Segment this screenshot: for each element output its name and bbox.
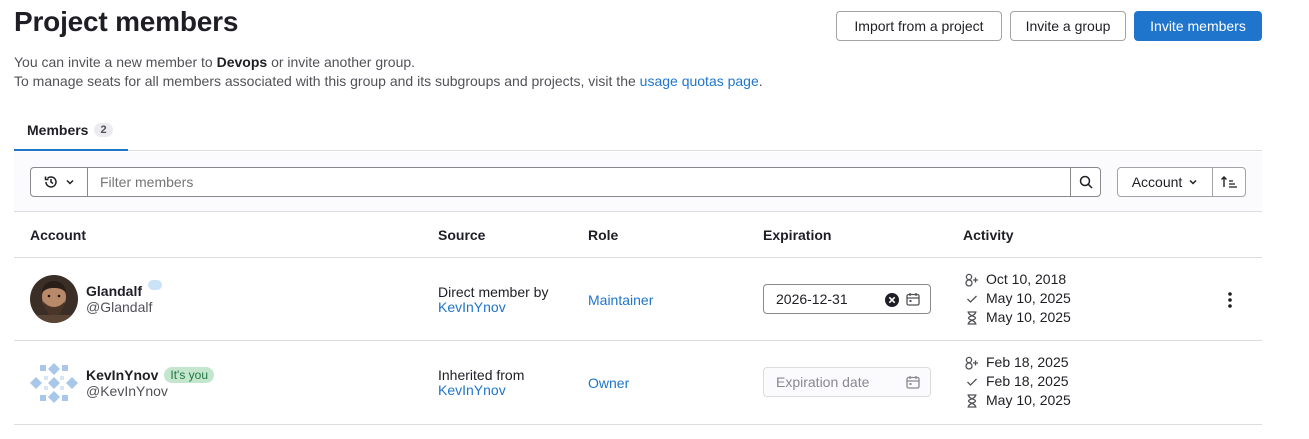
- role-label[interactable]: Owner: [588, 375, 629, 391]
- search-icon: [1079, 175, 1093, 189]
- expiration-value: 2026-12-31: [776, 291, 848, 307]
- member-name-text: KevInYnov: [86, 367, 159, 383]
- chevron-down-icon: [66, 179, 74, 185]
- table-row: KevInYnov It's you @KevInYnov Inherited …: [14, 342, 1262, 425]
- hourglass-icon: [964, 310, 980, 325]
- activity-access-granted: Feb 18, 2025: [964, 372, 1071, 391]
- avatar[interactable]: [30, 275, 78, 323]
- source-link[interactable]: KevInYnov: [438, 300, 548, 315]
- expiration-date-input[interactable]: 2026-12-31: [763, 284, 931, 314]
- description-line-2: To manage seats for all members associat…: [14, 72, 763, 91]
- description-line-1: You can invite a new member to Devops or…: [14, 53, 763, 72]
- source-text: Inherited from: [438, 367, 525, 383]
- activity-access-granted: May 10, 2025: [964, 289, 1071, 308]
- import-from-project-button[interactable]: Import from a project: [836, 11, 1002, 41]
- activity-user-created: Oct 10, 2018: [964, 270, 1071, 289]
- user-photo: [30, 275, 78, 323]
- activity-date: Feb 18, 2025: [986, 373, 1069, 389]
- desc-text: To manage seats for all members associat…: [14, 73, 640, 89]
- activity-info: Feb 18, 2025 Feb 18, 2025 May 10, 2025: [964, 353, 1071, 410]
- expiration-date-input: Expiration date: [763, 367, 931, 397]
- activity-date: May 10, 2025: [986, 392, 1071, 408]
- activity-last-activity: May 10, 2025: [964, 391, 1071, 410]
- filter-bar: Account: [14, 152, 1262, 212]
- member-username: @KevInYnov: [86, 383, 168, 399]
- column-expiration: Expiration: [763, 227, 832, 243]
- column-source: Source: [438, 227, 486, 243]
- source-link[interactable]: KevInYnov: [438, 383, 524, 398]
- table-header: Account Source Role Expiration Activity: [14, 213, 1262, 258]
- group-name: Devops: [216, 54, 268, 70]
- member-username: @Glandalf: [86, 299, 153, 315]
- activity-info: Oct 10, 2018 May 10, 2025 May 10, 2025: [964, 270, 1071, 327]
- calendar-icon: [906, 376, 920, 389]
- sort-by-dropdown[interactable]: Account: [1117, 167, 1213, 197]
- activity-date: Feb 18, 2025: [986, 354, 1069, 370]
- activity-user-created: Feb 18, 2025: [964, 353, 1071, 372]
- hourglass-icon: [964, 393, 980, 408]
- desc-text: .: [758, 73, 763, 89]
- source-text: Direct member by: [438, 284, 549, 300]
- sort-ascending-icon: [1221, 176, 1237, 188]
- activity-date: May 10, 2025: [986, 290, 1071, 306]
- member-name-text: Glandalf: [86, 283, 143, 299]
- activity-date: May 10, 2025: [986, 309, 1071, 325]
- clear-icon[interactable]: [884, 292, 900, 308]
- status-message-icon: [148, 280, 163, 290]
- tabs-bar: Members 2: [14, 110, 1262, 151]
- column-account: Account: [30, 227, 86, 243]
- invite-group-button[interactable]: Invite a group: [1010, 11, 1126, 41]
- filter-members-input[interactable]: [87, 167, 1071, 197]
- desc-text: You can invite a new member to: [14, 54, 217, 70]
- member-source: Inherited from KevInYnov: [438, 368, 524, 398]
- check-icon: [964, 377, 980, 387]
- role-dropdown[interactable]: Maintainer: [588, 292, 653, 308]
- tab-members-count: 2: [94, 122, 113, 137]
- user-add-icon: [964, 273, 980, 287]
- member-name[interactable]: KevInYnov It's you: [86, 367, 214, 383]
- sort-direction-button[interactable]: [1212, 167, 1246, 197]
- expiration-placeholder: Expiration date: [776, 374, 870, 390]
- page-description: You can invite a new member to Devops or…: [14, 53, 763, 91]
- sort-by-label: Account: [1131, 174, 1183, 190]
- tab-members[interactable]: Members 2: [14, 110, 128, 151]
- column-role: Role: [588, 227, 619, 243]
- its-you-badge: It's you: [164, 367, 214, 383]
- activity-last-activity: May 10, 2025: [964, 308, 1071, 327]
- tab-members-label: Members: [27, 121, 89, 138]
- check-icon: [964, 294, 980, 304]
- page-title: Project members: [14, 6, 239, 37]
- invite-members-button[interactable]: Invite members: [1134, 11, 1262, 41]
- member-name[interactable]: Glandalf: [86, 280, 163, 299]
- table-row: Glandalf @Glandalf Direct member by KevI…: [14, 258, 1262, 341]
- avatar[interactable]: [30, 359, 78, 407]
- history-icon: [44, 176, 57, 188]
- activity-date: Oct 10, 2018: [986, 271, 1067, 287]
- search-button[interactable]: [1070, 167, 1101, 197]
- chevron-down-icon: [1189, 179, 1197, 185]
- recent-searches-dropdown[interactable]: [30, 167, 88, 197]
- usage-quotas-link[interactable]: usage quotas page: [640, 73, 759, 89]
- calendar-icon[interactable]: [906, 292, 920, 306]
- more-actions-icon[interactable]: [1222, 290, 1238, 310]
- user-add-icon: [964, 356, 980, 370]
- member-source: Direct member by KevInYnov: [438, 285, 548, 315]
- desc-text: or invite another group.: [267, 54, 416, 70]
- identicon-avatar: [30, 359, 78, 407]
- column-activity: Activity: [963, 227, 1014, 243]
